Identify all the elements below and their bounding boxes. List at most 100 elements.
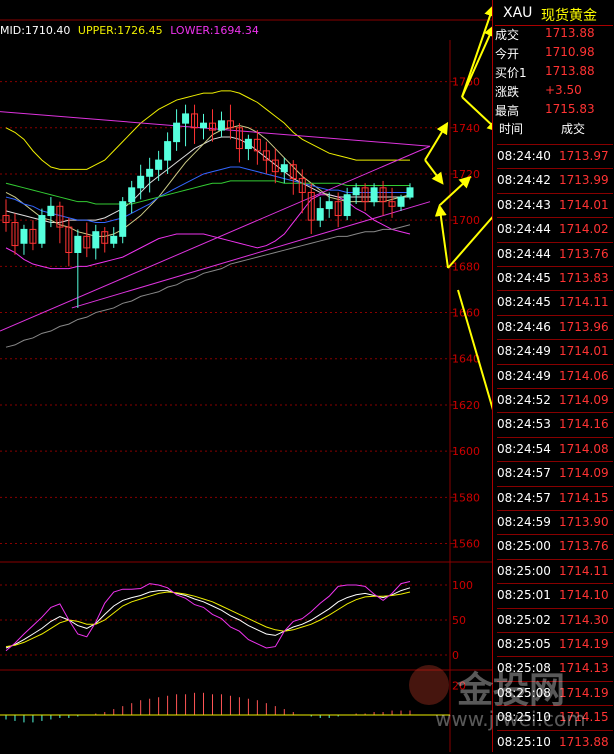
quote-row: 最高 1715.83: [495, 102, 613, 120]
candle-body: [146, 168, 154, 177]
tick-row: 08:24:40 1713.97: [497, 144, 613, 168]
tick-row: 08:24:52 1714.09: [497, 388, 613, 412]
indicator-line-upper: [5, 90, 410, 170]
main-price-chart: [0, 90, 431, 348]
candle-body: [406, 187, 414, 198]
tick-time: 08:25:00: [497, 563, 551, 578]
price-tick-label: 1680: [452, 260, 480, 273]
legend-lower: LOWER:1694.34: [170, 24, 259, 37]
annotation-arrow: [434, 204, 449, 269]
chart-canvas: 1560158016001620164016601680170017201740…: [0, 4, 492, 752]
quote-value: 1713.88: [545, 26, 595, 40]
tick-row: 08:24:49 1714.06: [497, 363, 613, 388]
candle-body: [316, 208, 324, 221]
tick-row: 08:25:05 1714.19: [497, 632, 613, 656]
quote-row: 涨跌 +3.50: [495, 83, 613, 101]
tick-price: 1714.01: [559, 197, 609, 212]
tick-time: 08:24:57: [497, 490, 551, 505]
candle-body: [164, 141, 172, 161]
candle-body: [128, 187, 136, 203]
tick-price: 1713.76: [559, 539, 609, 554]
tick-price: 1714.11: [559, 563, 609, 578]
tick-row: 08:24:46 1713.96: [497, 314, 613, 339]
tick-time: 08:25:02: [497, 612, 551, 627]
tick-row: 08:24:43 1714.01: [497, 192, 613, 217]
tick-price: 1713.90: [559, 515, 609, 529]
candle-body: [173, 122, 181, 143]
tick-row: 08:25:02 1714.30: [497, 607, 613, 632]
candle-body: [119, 201, 127, 237]
price-tick-label: 1700: [452, 214, 480, 227]
candle-body: [47, 205, 55, 217]
candle-body: [200, 122, 208, 129]
tick-row: 08:25:00 1714.11: [497, 558, 613, 583]
tick-price: 1714.30: [559, 612, 609, 627]
annotation-arrow: [424, 121, 449, 161]
quote-label: 今开: [495, 47, 520, 61]
tick-row: 08:24:44 1714.02: [497, 217, 613, 241]
tick-price: 1714.19: [559, 637, 609, 651]
annotation-arrow: [424, 159, 444, 185]
tick-time: 08:25:05: [497, 637, 551, 651]
tick-row: 08:25:01 1714.10: [497, 583, 613, 607]
tick-time: 08:25:01: [497, 588, 551, 603]
tick-time: 08:25:00: [497, 539, 551, 554]
tick-price: 1713.96: [559, 319, 609, 334]
annotation-arrow: [447, 216, 492, 269]
tick-time: 08:24:44: [497, 246, 551, 261]
tick-row: 08:24:45 1713.83: [497, 266, 613, 290]
price-tick-label: 1560: [452, 538, 480, 551]
candle-body: [397, 196, 405, 207]
tick-time: 08:24:45: [497, 295, 551, 310]
tick-row: 08:24:59 1713.90: [497, 510, 613, 534]
tick-price: 1714.09: [559, 393, 609, 407]
indicator-line-ma-grey: [5, 224, 411, 348]
tick-price: 1713.97: [559, 149, 609, 163]
candle-body: [343, 194, 351, 217]
osc-tick-label: 100: [452, 579, 473, 592]
tick-time: 08:24:53: [497, 417, 551, 432]
quote-header: XAU 现货黄金: [495, 3, 613, 26]
candle-body: [217, 120, 225, 131]
tick-price: 1714.08: [559, 441, 609, 456]
tick-time: 08:24:52: [497, 393, 551, 407]
tick-price: 1713.76: [559, 246, 609, 261]
tick-time: 08:24:49: [497, 368, 551, 383]
osc-tick-label: 50: [452, 614, 466, 627]
tick-price: 1714.15: [559, 490, 609, 505]
candle-body: [92, 231, 100, 249]
quote-value: +3.50: [545, 83, 582, 97]
quote-row: 成交 1713.88: [495, 26, 613, 44]
candle-body: [352, 187, 360, 196]
tick-price: 1714.09: [559, 466, 609, 481]
annotation-arrow: [439, 175, 472, 206]
candle-body: [137, 175, 145, 189]
tick-row: 08:24:54 1714.08: [497, 436, 613, 461]
quote-value: 1715.83: [545, 102, 595, 116]
watermark-brand: 金投网: [457, 670, 566, 711]
tick-time: 08:24:40: [497, 149, 551, 163]
quote-label: 涨跌: [495, 85, 520, 99]
quote-value: 1713.88: [545, 64, 595, 78]
symbol-label: XAU: [503, 5, 533, 21]
tick-price: 1714.10: [559, 588, 609, 603]
ticks-header-price: 成交: [561, 122, 586, 136]
price-tick-label: 1620: [452, 399, 480, 412]
candle-body: [325, 201, 333, 210]
tick-price: 1714.11: [559, 295, 609, 310]
candle-body: [155, 159, 163, 170]
tick-row: 08:24:57 1714.09: [497, 461, 613, 485]
quote-sidebar: XAU 现货黄金 成交 1713.88 今开 1710.98 买价1 1713.88 涨跌 +…: [492, 0, 614, 752]
tick-row: 08:25:00 1713.76: [497, 534, 613, 558]
tick-row: 08:24:49 1714.01: [497, 339, 613, 363]
tick-time: 08:24:46: [497, 319, 551, 334]
candle-body: [244, 138, 252, 150]
osc-line-j: [5, 581, 411, 652]
ticks-header-time: 时间: [499, 122, 524, 136]
legend-mid: MID:1710.40: [0, 24, 71, 37]
price-tick-label: 1740: [452, 122, 480, 135]
tick-time: 08:24:59: [497, 515, 551, 529]
price-tick-label: 1720: [452, 168, 480, 181]
tick-time: 08:24:42: [497, 173, 551, 188]
bollinger-legend: MID:1710.40 UPPER:1726.45 LOWER:1694.34: [0, 24, 259, 37]
